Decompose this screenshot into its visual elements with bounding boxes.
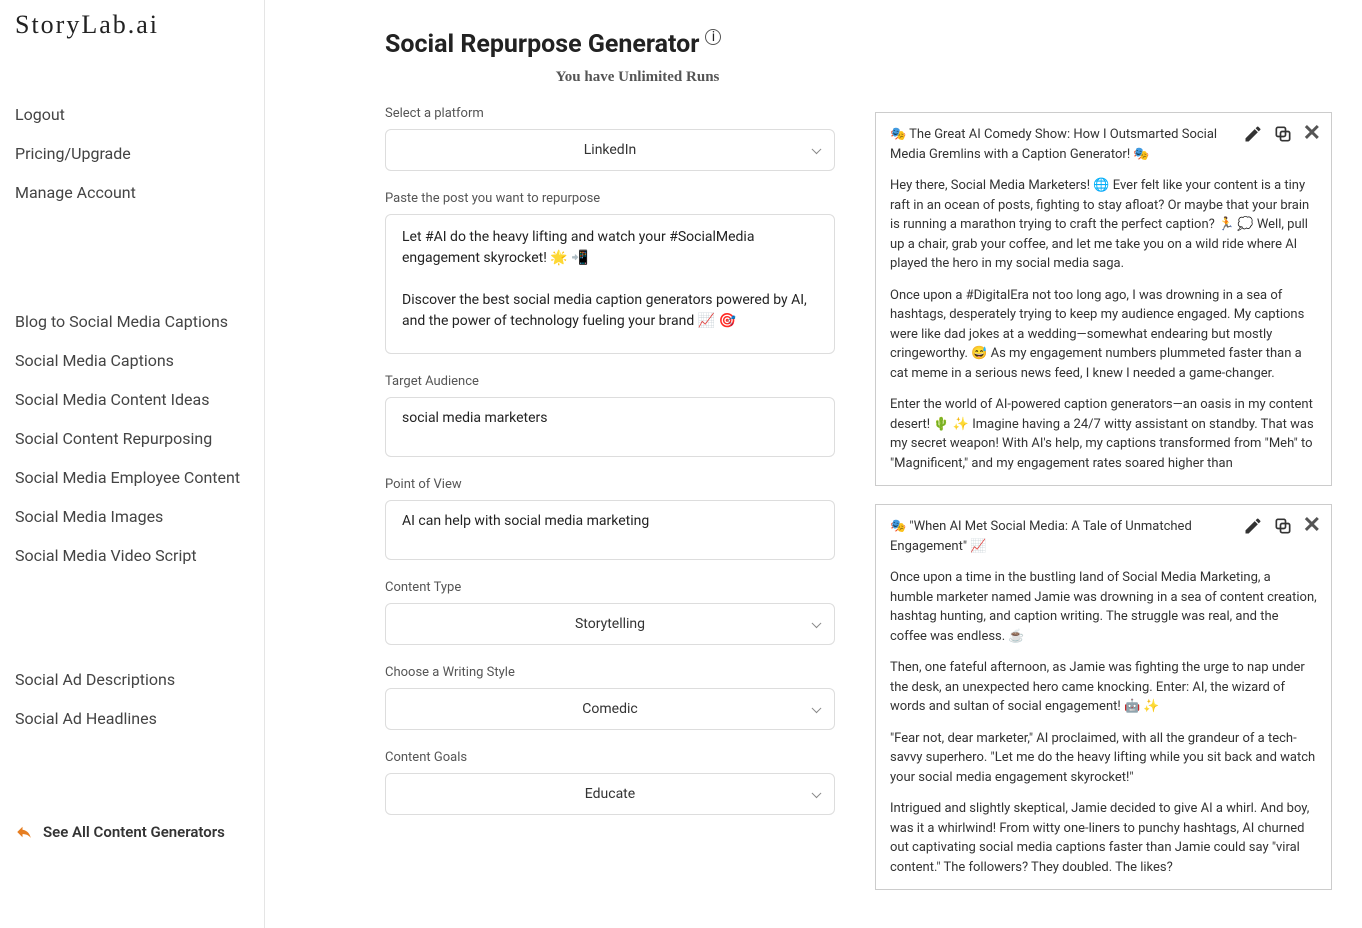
nav-content-repurposing[interactable]: Social Content Repurposing — [15, 419, 264, 458]
nav-pricing[interactable]: Pricing/Upgrade — [15, 134, 264, 173]
result-actions: ✕ — [1243, 123, 1321, 145]
info-icon[interactable]: i — [705, 29, 721, 45]
audience-input[interactable]: social media marketers — [385, 397, 835, 457]
copy-icon[interactable] — [1273, 124, 1293, 144]
reply-arrow-icon — [15, 823, 33, 841]
platform-label: Select a platform — [385, 106, 835, 121]
nav-social-captions[interactable]: Social Media Captions — [15, 341, 264, 380]
see-all-generators-label: See All Content Generators — [43, 823, 225, 841]
pov-label: Point of View — [385, 477, 835, 492]
results-column: ✕🎭 The Great AI Comedy Show: How I Outsm… — [875, 112, 1332, 908]
see-all-generators-link[interactable]: See All Content Generators — [15, 823, 264, 841]
nav-ad-descriptions[interactable]: Social Ad Descriptions — [15, 660, 264, 699]
result-paragraph: Then, one fateful afternoon, as Jamie wa… — [890, 658, 1317, 717]
form-column: Social Repurpose Generator i You have Un… — [385, 30, 835, 908]
nav-content-ideas[interactable]: Social Media Content Ideas — [15, 380, 264, 419]
nav-blog-to-social[interactable]: Blog to Social Media Captions — [15, 302, 264, 341]
copy-icon[interactable] — [1273, 516, 1293, 536]
close-icon[interactable]: ✕ — [1303, 123, 1321, 145]
nav-employee-content[interactable]: Social Media Employee Content — [15, 458, 264, 497]
close-icon[interactable]: ✕ — [1303, 515, 1321, 537]
result-card: ✕🎭 "When AI Met Social Media: A Tale of … — [875, 504, 1332, 890]
nav-ads-group: Social Ad Descriptions Social Ad Headlin… — [15, 660, 264, 738]
runs-left-text: You have Unlimited Runs — [440, 69, 835, 86]
content-type-select[interactable]: Storytelling — [385, 603, 835, 645]
sidebar: StoryLab.ai Logout Pricing/Upgrade Manag… — [0, 0, 265, 928]
style-label: Choose a Writing Style — [385, 665, 835, 680]
platform-select[interactable]: LinkedIn — [385, 129, 835, 171]
edit-icon[interactable] — [1243, 124, 1263, 144]
style-select[interactable]: Comedic — [385, 688, 835, 730]
app-logo: StoryLab.ai — [15, 10, 264, 40]
result-paragraph: Once upon a time in the bustling land of… — [890, 568, 1317, 646]
result-card: ✕🎭 The Great AI Comedy Show: How I Outsm… — [875, 112, 1332, 486]
nav-video-script[interactable]: Social Media Video Script — [15, 536, 264, 575]
main-content: Social Repurpose Generator i You have Un… — [265, 0, 1362, 928]
result-paragraph: "Fear not, dear marketer," AI proclaimed… — [890, 729, 1317, 788]
result-paragraph: Enter the world of AI-powered caption ge… — [890, 395, 1317, 473]
nav-manage-account[interactable]: Manage Account — [15, 173, 264, 212]
paste-label: Paste the post you want to repurpose — [385, 191, 835, 206]
nav-social-images[interactable]: Social Media Images — [15, 497, 264, 536]
pov-input[interactable]: AI can help with social media marketing — [385, 500, 835, 560]
nav-account-group: Logout Pricing/Upgrade Manage Account — [15, 95, 264, 212]
content-type-label: Content Type — [385, 580, 835, 595]
result-actions: ✕ — [1243, 515, 1321, 537]
goals-label: Content Goals — [385, 750, 835, 765]
result-paragraph: Once upon a #DigitalEra not too long ago… — [890, 286, 1317, 384]
goals-select[interactable]: Educate — [385, 773, 835, 815]
nav-generators-group: Blog to Social Media Captions Social Med… — [15, 302, 264, 575]
edit-icon[interactable] — [1243, 516, 1263, 536]
nav-ad-headlines[interactable]: Social Ad Headlines — [15, 699, 264, 738]
page-title: Social Repurpose Generator i — [385, 30, 835, 59]
result-paragraph: Hey there, Social Media Marketers! 🌐 Eve… — [890, 176, 1317, 274]
audience-label: Target Audience — [385, 374, 835, 389]
paste-textarea[interactable]: Let #AI do the heavy lifting and watch y… — [385, 214, 835, 354]
nav-logout[interactable]: Logout — [15, 95, 264, 134]
result-paragraph: Intrigued and slightly skeptical, Jamie … — [890, 799, 1317, 877]
